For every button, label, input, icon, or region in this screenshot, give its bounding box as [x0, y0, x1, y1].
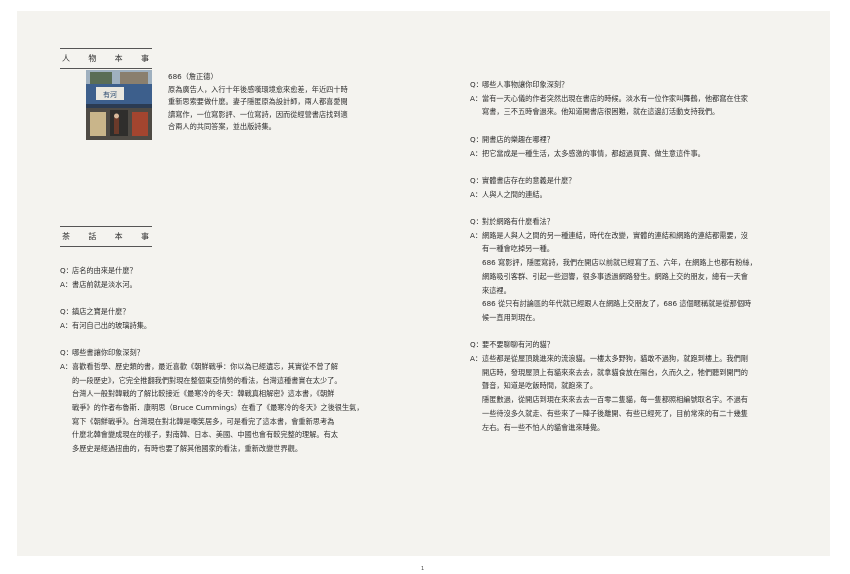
bio-line: 讀寫作，一位寫影評、一位寫詩，因而從經營書店找到適	[168, 109, 348, 119]
answer-text: 人與人之間的連結。	[482, 189, 547, 199]
answer-row: A： 書店前就是淡水河。	[60, 278, 364, 292]
question-text: 對於網路有什麼看法？	[482, 216, 554, 226]
answer-row: A： 把它當成是一種生活，太多感激的事情，都超過買賣、做生意這件事。	[470, 147, 757, 161]
qa-gap	[470, 325, 757, 339]
answer-text: 書店前就是淡水河。	[72, 279, 137, 289]
answer-text: 網路是人與人之間的另一種連結，時代在改變，實體的連結和網路的連結都需要，沒	[482, 230, 748, 240]
question-label: Q：	[60, 266, 73, 275]
header-rule	[60, 246, 152, 247]
answer-continuation: 候一直用到現在。	[482, 312, 540, 322]
title-char: 茶	[62, 232, 71, 241]
title-char: 事	[140, 54, 150, 63]
question-row: Q： 哪些人事物讓你印象深刻？	[470, 78, 757, 92]
answer-text: 有河自己出的玻璃詩集。	[72, 320, 152, 330]
answer-row: A： 人與人之間的連結。	[470, 188, 757, 202]
question-label: Q：	[60, 307, 73, 317]
title-char: 話	[88, 232, 98, 241]
qa-gap	[470, 119, 757, 133]
question-row: Q： 哪些書讓你印象深刻？	[60, 346, 364, 360]
answer-text: 把它當成是一種生活，太多感激的事情，都超過買賣、做生意這件事。	[482, 148, 705, 158]
bookstore-storefront-image: 有河	[86, 70, 152, 140]
answer-label: A：	[470, 189, 483, 199]
answer-continuation: 台灣人一般對韓戰的了解比較接近《最寒冷的冬天：韓戰真相解密》這本書，《朝鮮	[72, 389, 335, 399]
qa-gap	[470, 201, 757, 215]
question-row: Q： 實體書店存在的意義是什麼？	[470, 174, 757, 188]
question-label: Q：	[470, 216, 483, 226]
qa-gap	[470, 160, 757, 174]
answer-continuation: 686 從只有討論區的年代就已經跟人在網路上交朋友了，686 這個暱稱就是從那個…	[482, 299, 752, 309]
bio-line: 原為廣告人，入行十年後感嘆環境愈來愈差，年近四十時	[168, 84, 348, 94]
question-row: Q： 開書店的樂趣在哪裡？	[470, 133, 757, 147]
profile-section-title: 人物本事	[60, 49, 152, 65]
answer-label: A：	[60, 279, 73, 289]
bookstore-photo: 有河	[86, 70, 152, 140]
answer-label: A：	[470, 93, 483, 103]
profile-section-header: 人物本事	[60, 48, 152, 69]
answer-continuation: 來這裡。	[482, 285, 511, 295]
answer-continuation: 寫書，三不五時會過來。他知道開書店很困難，就在這邊訂活動支持我們。	[482, 107, 720, 117]
page-number: 1	[421, 566, 425, 572]
question-label: Q：	[60, 348, 73, 358]
question-text: 哪些人事物讓你印象深刻？	[482, 80, 569, 89]
answer-continuation: 左右。有一些不怕人的貓會進來睡覺。	[482, 422, 605, 432]
answer-row: A： 網路是人與人之間的另一種連結，時代在改變，實體的連結和網路的連結都需要，沒	[470, 229, 757, 243]
question-text: 實體書店存在的意義是什麼？	[482, 175, 576, 185]
answer-row: A： 有河自己出的玻璃詩集。	[60, 319, 364, 333]
answer-row: A： 喜歡看哲學、歷史類的書，最近喜歡《朝鮮戰爭：你以為已經遺忘，其實從不曾了解	[60, 360, 364, 374]
question-label: Q：	[470, 175, 483, 185]
qa-gap	[60, 291, 364, 305]
title-char: 人	[62, 54, 71, 63]
tea-section-title: 茶話本事	[60, 227, 152, 243]
title-char: 本	[114, 54, 124, 63]
question-label: Q：	[470, 340, 483, 350]
question-text: 開書店的樂趣在哪裡？	[482, 134, 554, 144]
question-label: Q：	[470, 80, 483, 89]
question-row: Q： 對於網路有什麼看法？	[470, 215, 757, 229]
answer-label: A：	[60, 320, 73, 330]
answer-continuation: 網路吸引客群、引起一些迴響，很多事透過網路發生。網路上交的朋友，總有一天會	[482, 271, 748, 281]
answer-label: A：	[470, 354, 483, 363]
answer-continuation: 的一段歷史》，它完全推翻我們對現在整個東亞情勢的看法，台灣這種書實在太少了。	[72, 375, 342, 385]
question-label: Q：	[470, 134, 483, 144]
question-text: 店名的由來是什麼？	[72, 266, 137, 275]
question-row: Q： 要不要聊聊有河的貓？	[470, 338, 757, 352]
qa-gap	[60, 333, 364, 347]
question-row: Q： 店名的由來是什麼？	[60, 264, 364, 278]
answer-continuation: 多歷史是經過扭曲的，有時也要了解其他國家的看法，重新改變世界觀。	[72, 444, 303, 454]
question-text: 哪些書讓你印象深刻？	[72, 348, 144, 358]
answer-row: A： 這些都是從屋頂跳進來的流浪貓。一樓太多野狗，貓敢不過狗，就跑到樓上。我們剛	[470, 352, 757, 366]
answer-continuation: 戰爭》的作者布魯斯．康明思（Bruce Cummings）在看了《最寒冷的冬天》…	[72, 403, 364, 412]
question-row: Q： 鎮店之寶是什麼？	[60, 305, 364, 319]
right-qa-column: Q： 哪些人事物讓你印象深刻？ A： 當有一天心儀的作者突然出現在書店的時候。淡水有一…	[470, 78, 757, 434]
answer-label: A：	[60, 361, 73, 371]
left-qa-column: Q： 店名的由來是什麼？ A： 書店前就是淡水河。 Q： 鎮店之寶是什麼？ A： 有河自己出的…	[60, 264, 364, 456]
answer-continuation: 686 寫影評，隱匿寫詩，我們在開店以前就已經寫了五、六年，在網路上也都有粉絲，	[482, 258, 757, 268]
title-char: 事	[140, 232, 150, 241]
answer-continuation: 隱匿數過，從開店到現在來來去去一百零二隻貓，每一隻都照相編號取名字。不過有	[482, 395, 748, 405]
answer-continuation: 一些待沒多久就走、有些來了一陣子後離開、有些已經死了，目前常來的有二十幾隻	[482, 408, 748, 418]
answer-text: 喜歡看哲學、歷史類的書，最近喜歡《朝鮮戰爭：你以為已經遺忘，其實從不曾了解	[72, 361, 338, 371]
tea-section-header: 茶話本事	[60, 226, 152, 247]
title-char: 物	[88, 54, 98, 63]
question-text: 要不要聊聊有河的貓？	[482, 340, 554, 350]
answer-text: 當有一天心儀的作者突然出現在書店的時候。淡水有一位作家叫舞鶴，他都窩在住家	[482, 93, 748, 103]
answer-row: A： 當有一天心儀的作者突然出現在書店的時候。淡水有一位作家叫舞鶴，他都窩在住家	[470, 92, 757, 106]
bio-line: 重新思索要做什麼。妻子隱匿原為設計師，兩人都喜愛閱	[168, 97, 348, 106]
answer-continuation: 聲音，知道是吃飯時間，就跑來了。	[482, 381, 598, 391]
header-rule	[60, 68, 152, 69]
answer-continuation: 什麼北韓會變成現在的樣子，對南韓、日本、美國、中國也會有較完整的理解。有太	[72, 430, 338, 440]
answer-continuation: 有一種會吃掉另一種。	[482, 244, 554, 254]
bio-line: 合兩人的共同答案，並出版詩集。	[168, 122, 276, 131]
storefront-sign: 有河	[103, 90, 117, 99]
question-text: 鎮店之寶是什麼？	[72, 307, 130, 317]
answer-continuation: 寫下《朝鮮戰爭》。台灣現在對北韓是嘲笑居多，可是看完了這本書，會重新思考為	[72, 416, 335, 426]
answer-text: 這些都是從屋頂跳進來的流浪貓。一樓太多野狗，貓敢不過狗，就跑到樓上。我們剛	[482, 354, 748, 363]
answer-label: A：	[470, 148, 483, 158]
owner-name: 686（詹正德）	[168, 72, 218, 81]
owner-bio: 686（詹正德） 原為廣告人，入行十年後感嘆環境愈來愈差，年近四十時 重新思索要做什…	[168, 71, 378, 134]
answer-label: A：	[470, 230, 483, 240]
answer-continuation: 開店時，發現屋頂上有貓來來去去，就拿貓食放在陽台，久而久之，牠們聽到開門的	[482, 367, 748, 377]
title-char: 本	[114, 232, 124, 241]
